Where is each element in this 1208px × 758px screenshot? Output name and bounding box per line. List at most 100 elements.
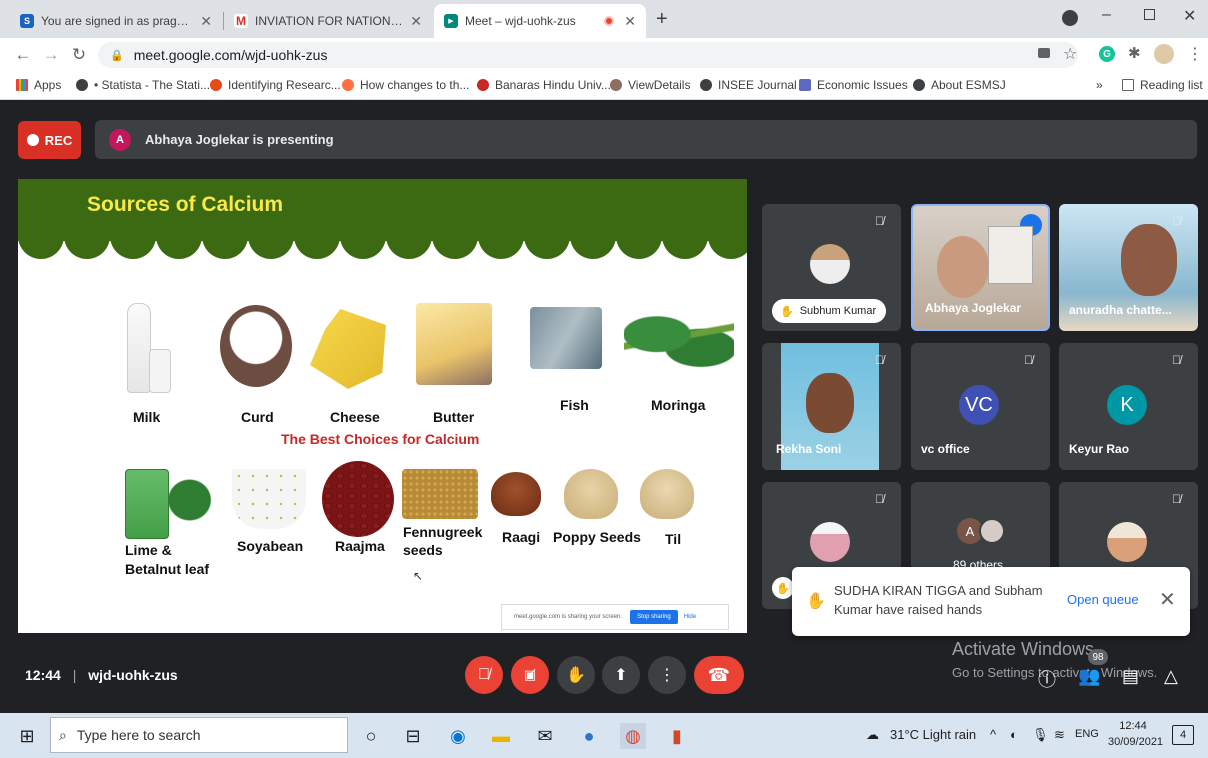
notifications-icon[interactable]: 4 — [1172, 725, 1194, 745]
tab-title: You are signed in as pragatik_eco — [41, 14, 194, 28]
bookmark-label: About ESMSJ — [931, 78, 1006, 92]
close-icon[interactable]: ✕ — [200, 13, 212, 30]
tab-signed-in[interactable]: S You are signed in as pragatik_eco ✕ — [10, 4, 222, 38]
info-icon[interactable]: ⓘ — [1038, 666, 1056, 692]
presenting-text: Abhaya Joglekar is presenting — [145, 132, 334, 147]
more-options-button[interactable]: ⋮ — [648, 656, 686, 694]
browser-tab-bar: S You are signed in as pragatik_eco ✕ M … — [0, 0, 1208, 38]
recording-badge: REC — [18, 121, 81, 159]
chrome-icon[interactable]: ◍ — [620, 723, 646, 749]
reload-icon[interactable]: ↻ — [68, 44, 90, 66]
cortana-icon[interactable]: ○ — [358, 723, 384, 749]
participant-video — [1121, 224, 1177, 296]
phone-hangup-icon: ☎ — [707, 664, 731, 685]
reading-list[interactable]: Reading list — [1122, 78, 1203, 92]
stop-sharing-button[interactable]: Stop sharing — [630, 610, 678, 624]
people-icon[interactable]: 👥 — [1078, 666, 1100, 687]
present-icon: ⬆ — [614, 667, 628, 684]
tab-favicon-icon: S — [20, 14, 34, 28]
bookmark-icon — [799, 79, 811, 91]
mic-icon[interactable]: 🎙 — [1032, 727, 1049, 743]
bookmark-bhu[interactable]: Banaras Hindu Univ... — [477, 78, 611, 92]
tab-meet[interactable]: ▶ Meet – wjd-uohk-zus ✕ — [434, 4, 646, 38]
close-window-icon[interactable]: ✕ — [1183, 6, 1196, 26]
present-button[interactable]: ⬆ — [602, 656, 640, 694]
participant-name: Abhaya Joglekar — [925, 301, 1022, 315]
camera-icon[interactable] — [1038, 48, 1050, 58]
avatar: A — [109, 128, 131, 151]
back-icon[interactable]: ← — [12, 44, 34, 66]
food-label: Poppy Seeds — [553, 529, 641, 545]
tab-invitation[interactable]: M INVIATION FOR NATIONAL WEB ✕ — [224, 4, 432, 38]
banner-scallop — [708, 227, 747, 259]
bookmark-how-changes[interactable]: How changes to th... — [342, 78, 469, 92]
wifi-icon[interactable]: ≋ — [1054, 727, 1065, 743]
mic-off-icon: 🎙̸ — [478, 666, 490, 683]
language-indicator[interactable]: ENG — [1075, 728, 1099, 740]
participant-tile[interactable]: 🎙̸ Rekha Soni — [762, 343, 901, 470]
file-explorer-icon[interactable]: ▬ — [488, 723, 514, 749]
minimize-icon[interactable]: – — [1102, 6, 1111, 24]
bookmark-identifying[interactable]: Identifying Researc... — [210, 78, 341, 92]
participant-tile[interactable]: 🎙̸ ✋ Subhum Kumar — [762, 204, 901, 331]
bookmark-apps[interactable]: Apps — [16, 78, 61, 92]
edge-icon[interactable]: ◉ — [445, 723, 471, 749]
bookmark-label: Economic Issues — [817, 78, 908, 92]
camera-off-button[interactable]: ▣̸ — [511, 656, 549, 694]
hide-button[interactable]: Hide — [684, 614, 696, 620]
forward-icon[interactable]: → — [40, 44, 62, 66]
bookmark-viewdetails[interactable]: ViewDetails — [610, 78, 690, 92]
task-view-icon[interactable]: ⊟ — [400, 723, 426, 749]
powerpoint-icon[interactable]: ▮ — [664, 723, 690, 749]
fish-image — [530, 307, 602, 369]
banner-scallop — [662, 227, 708, 259]
star-icon[interactable]: ☆ — [1063, 44, 1077, 64]
bookmark-insee[interactable]: INSEE Journal — [700, 78, 797, 92]
betel-leaf-image — [168, 469, 222, 531]
profile-circle-icon[interactable] — [1062, 10, 1078, 26]
bookmark-economic-issues[interactable]: Economic Issues — [799, 78, 908, 92]
lime-image — [125, 469, 169, 539]
weather-icon[interactable]: ☁ — [866, 727, 879, 743]
menu-icon[interactable]: ⋮ — [1187, 44, 1203, 64]
address-bar: ← → ↻ 🔒 meet.google.com/wjd-uohk-zus ☆ G… — [0, 38, 1208, 72]
more-bookmarks-icon[interactable]: » — [1096, 78, 1103, 92]
raise-hand-button[interactable]: ✋ — [557, 656, 595, 694]
bookmark-statista[interactable]: • Statista - The Stati... — [76, 78, 210, 92]
participant-tile[interactable]: 🎙̸ K Keyur Rao — [1059, 343, 1198, 470]
banner-scallop — [294, 227, 340, 259]
url-field[interactable]: 🔒 meet.google.com/wjd-uohk-zus — [98, 42, 1078, 68]
windows-start-icon[interactable]: ⊞ — [14, 723, 40, 749]
mic-off-icon: 🎙̸ — [1172, 492, 1181, 506]
slide-title: Sources of Calcium — [87, 193, 284, 216]
avatar[interactable] — [1154, 44, 1174, 64]
mic-off-button[interactable]: 🎙̸ — [465, 656, 503, 694]
open-queue-button[interactable]: Open queue — [1067, 592, 1139, 607]
end-call-button[interactable]: ☎ — [694, 656, 744, 694]
close-icon[interactable]: ✕ — [1159, 587, 1176, 612]
tray-expand-icon[interactable]: ^ — [990, 727, 996, 742]
bookmark-esmsj[interactable]: About ESMSJ — [913, 78, 1006, 92]
app-icon[interactable]: ● — [576, 723, 602, 749]
close-icon[interactable]: ✕ — [624, 13, 636, 30]
banner-scallop — [110, 227, 156, 259]
gmail-icon: M — [234, 14, 248, 28]
weather-text[interactable]: 31°C Light rain — [890, 727, 976, 742]
taskbar-search-input[interactable]: ⌕ Type here to search — [50, 717, 348, 753]
new-tab-icon[interactable]: + — [656, 8, 668, 31]
avatar — [810, 244, 850, 284]
tray-app-icon[interactable]: ◐ — [1010, 727, 1018, 742]
grammarly-icon[interactable]: G — [1099, 46, 1115, 62]
banner-scallop — [156, 227, 202, 259]
restore-icon[interactable] — [1144, 9, 1155, 20]
participant-tile[interactable]: 🎙̸ VC vc office — [911, 343, 1050, 470]
clock[interactable]: 12:44 30/09/2021 — [1108, 718, 1163, 750]
activities-icon[interactable]: △ — [1164, 666, 1178, 687]
extensions-icon[interactable]: ✱ — [1128, 44, 1141, 62]
banner-scallop — [524, 227, 570, 259]
participant-tile[interactable]: 🎙̸ anuradha chatte... — [1059, 204, 1198, 331]
close-icon[interactable]: ✕ — [410, 13, 422, 30]
mail-icon[interactable]: ✉ — [532, 723, 558, 749]
chat-icon[interactable]: ▤ — [1122, 666, 1139, 687]
participant-tile-active[interactable]: Abhaya Joglekar — [911, 204, 1050, 331]
